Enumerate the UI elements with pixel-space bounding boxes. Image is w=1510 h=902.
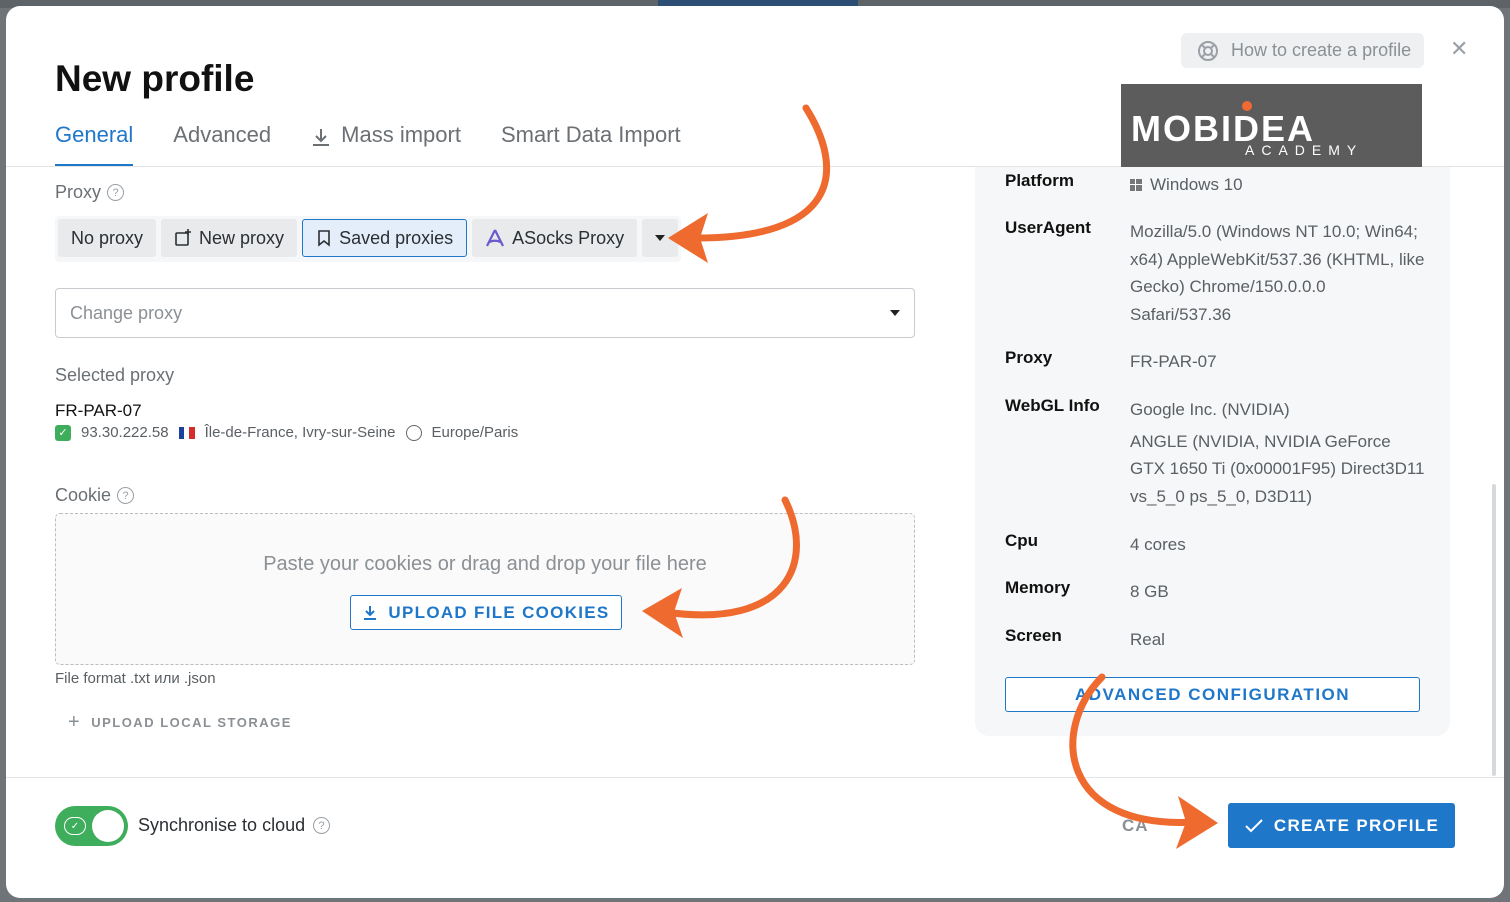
new-proxy-label: New proxy [199, 227, 285, 248]
screen-value: Real [1130, 630, 1165, 649]
memory-label: Memory [1005, 578, 1071, 597]
page-title: New profile [55, 58, 255, 99]
how-to-create-profile-button[interactable]: How to create a profile [1181, 33, 1424, 68]
local-storage-label: UPLOAD LOCAL STORAGE [91, 715, 292, 730]
windows-icon [1130, 179, 1142, 191]
tab-mass-import[interactable]: Mass import [311, 118, 461, 166]
proxy-ip: 93.30.222.58 [81, 424, 169, 441]
change-proxy-select[interactable]: Change proxy [55, 288, 915, 338]
toggle-knob [92, 810, 124, 842]
france-flag-icon [178, 426, 195, 439]
chevron-down-icon [655, 235, 666, 241]
upload-file-cookies-button[interactable]: UPLOAD FILE COOKIES [350, 595, 622, 630]
no-proxy-label: No proxy [71, 227, 144, 248]
new-profile-modal: New profile How to create a profile ✕ Ge… [6, 6, 1504, 898]
useragent-value: Mozilla/5.0 (Windows NT 10.0; Win64; x64… [1130, 222, 1425, 324]
useragent-label: UserAgent [1005, 218, 1091, 237]
proxy-type-selector: No proxy New proxy Saved proxies ASocks … [55, 216, 682, 262]
proxy-label-text: Proxy [55, 182, 102, 202]
saved-proxies-label: Saved proxies [339, 227, 454, 248]
advanced-configuration-button[interactable]: ADVANCED CONFIGURATION [1005, 677, 1420, 712]
cookie-label-text: Cookie [55, 485, 112, 505]
selected-proxy-meta: ✓ 93.30.222.58 Île-de-France, Ivry-sur-S… [55, 424, 518, 441]
summary-platform: Platform Windows 10 [1005, 171, 1430, 199]
selected-proxy-name: FR-PAR-07 [55, 401, 142, 420]
cookie-label: Cookie ? [55, 485, 135, 506]
lifebuoy-icon [1198, 40, 1218, 61]
webgl-label: WebGL Info [1005, 396, 1100, 415]
platform-text: Windows 10 [1150, 175, 1243, 194]
logo-sub-text: ACADEMY [1245, 142, 1364, 158]
tab-label: Advanced [173, 122, 272, 147]
webgl-vendor: Google Inc. (NVIDIA) [1130, 400, 1290, 419]
no-proxy-button[interactable]: No proxy [58, 219, 157, 257]
proxy-location: Île-de-France, Ivry-sur-Seine [204, 424, 396, 441]
close-icon[interactable]: ✕ [1450, 36, 1468, 62]
check-icon [1245, 818, 1263, 832]
bookmark-icon [318, 230, 330, 247]
proxy-timezone: Europe/Paris [431, 424, 519, 441]
add-icon [175, 229, 192, 246]
cpu-label: Cpu [1005, 531, 1039, 550]
proxy-label: Proxy ? [55, 182, 125, 203]
dropzone-text: Paste your cookies or drag and drop your… [263, 553, 707, 575]
memory-value: 8 GB [1130, 582, 1169, 601]
webgl-value: Google Inc. (NVIDIA) ANGLE (NVIDIA, NVID… [1130, 396, 1430, 510]
new-proxy-button[interactable]: New proxy [161, 219, 298, 257]
upload-local-storage-button[interactable]: + UPLOAD LOCAL STORAGE [68, 711, 292, 734]
proxy-summary-value: FR-PAR-07 [1130, 352, 1217, 371]
cancel-button[interactable]: CA [1122, 816, 1149, 836]
tab-advanced[interactable]: Advanced [173, 118, 271, 166]
tab-label: Smart Data Import [500, 122, 681, 147]
check-icon: ✓ [55, 424, 71, 441]
help-icon[interactable]: ? [117, 487, 135, 504]
help-icon[interactable]: ? [107, 184, 125, 201]
tab-label: General [55, 122, 134, 147]
platform-label: Platform [1005, 171, 1074, 190]
proxy-summary-label: Proxy [1005, 348, 1053, 367]
summary-proxy: Proxy FR-PAR-07 [1005, 348, 1430, 376]
divider [6, 777, 1504, 778]
webgl-renderer: ANGLE (NVIDIA, NVIDIA GeForce GTX 1650 T… [1130, 431, 1425, 506]
summary-useragent: UserAgent Mozilla/5.0 (Windows NT 10.0; … [1005, 218, 1430, 328]
tab-smart-data-import[interactable]: Smart Data Import [501, 118, 681, 166]
cpu-value: 4 cores [1130, 535, 1186, 554]
saved-proxies-button[interactable]: Saved proxies [302, 219, 468, 257]
summary-memory: Memory 8 GB [1005, 578, 1430, 606]
proxy-more-dropdown[interactable] [642, 219, 679, 257]
sync-label: Synchronise to cloud ? [138, 815, 331, 836]
clock-icon [405, 424, 422, 441]
upload-label: UPLOAD FILE COOKIES [388, 602, 610, 622]
cookie-dropzone[interactable]: Paste your cookies or drag and drop your… [55, 513, 915, 665]
change-proxy-placeholder: Change proxy [70, 302, 183, 323]
platform-value: Windows 10 [1130, 171, 1430, 199]
asocks-proxy-label: ASocks Proxy [512, 227, 625, 248]
create-profile-button[interactable]: CREATE PROFILE [1228, 803, 1455, 848]
chevron-down-icon [890, 310, 900, 316]
screen-label: Screen [1005, 626, 1062, 645]
scrollbar[interactable] [1492, 484, 1496, 776]
asocks-proxy-button[interactable]: ASocks Proxy [472, 219, 638, 257]
asocks-icon [486, 229, 505, 247]
download-icon [313, 129, 330, 146]
file-format-hint: File format .txt или .json [55, 670, 216, 687]
profile-summary-panel: Platform Windows 10 UserAgent Mozilla/5.… [975, 167, 1450, 736]
tab-bar: General Advanced Mass import Smart Data … [55, 118, 681, 166]
plus-icon: + [68, 711, 82, 733]
mobidea-academy-logo: MOBIDEA ACADEMY [1121, 84, 1422, 175]
tab-label: Mass import [341, 122, 461, 147]
cloud-icon: ✓ [64, 817, 86, 835]
sync-cloud-toggle[interactable]: ✓ [55, 806, 128, 846]
summary-cpu: Cpu 4 cores [1005, 531, 1430, 559]
help-link-label: How to create a profile [1231, 40, 1412, 60]
tab-general[interactable]: General [55, 118, 134, 166]
help-icon[interactable]: ? [313, 817, 331, 834]
selected-proxy-label: Selected proxy [55, 365, 175, 385]
summary-webgl: WebGL Info Google Inc. (NVIDIA) ANGLE (N… [1005, 396, 1430, 510]
sync-label-text: Synchronise to cloud [138, 815, 306, 835]
summary-screen: Screen Real [1005, 626, 1430, 654]
upload-icon [364, 605, 377, 620]
create-profile-label: CREATE PROFILE [1273, 815, 1440, 835]
